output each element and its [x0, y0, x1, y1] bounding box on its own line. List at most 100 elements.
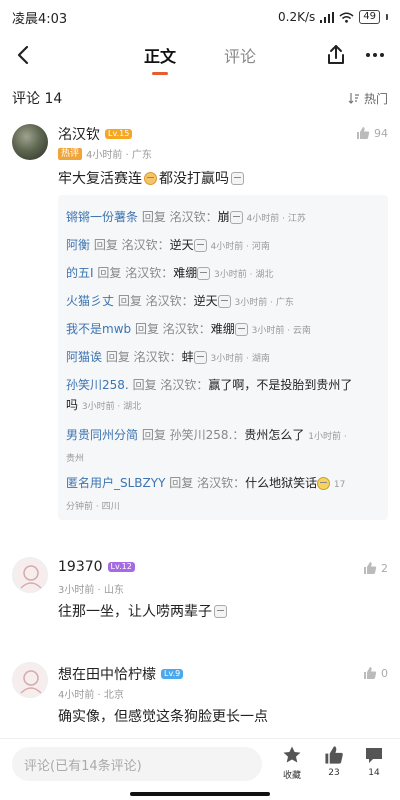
- status-indicators: 0.2K/s 49: [278, 10, 388, 24]
- article-like-count: 23: [328, 768, 340, 778]
- reply-item[interactable]: 阿衡 回复 洺汉钦：逆天 4小时前 · 河南: [66, 235, 380, 257]
- comments-button[interactable]: 14: [356, 745, 392, 778]
- reply-to: 回复 洺汉钦：: [93, 238, 170, 252]
- signal-icon: [320, 11, 335, 23]
- avatar[interactable]: [12, 124, 48, 160]
- reply-to: 回复 洺汉钦：: [132, 378, 209, 392]
- tab-article[interactable]: 正文: [142, 39, 178, 75]
- reply-to: 回复 洺汉钦：: [141, 210, 218, 224]
- reply-text-continued: 吗: [66, 398, 79, 412]
- comments-header: 评论 14 热门: [0, 84, 400, 112]
- comment-time-location: 4小时前 · 广东: [86, 150, 152, 161]
- bottom-bar: 评论(已有14条评论) 收藏 23 14: [0, 738, 400, 800]
- back-button[interactable]: [10, 42, 36, 68]
- level-badge: Lv.12: [107, 562, 135, 572]
- reply-author[interactable]: 的五I: [66, 266, 94, 280]
- reply-item[interactable]: 的五I 回复 洺汉钦：难绷 3小时前 · 湖北: [66, 263, 380, 285]
- comment-icon: [366, 748, 382, 763]
- reply-author[interactable]: 男贵同州分简: [66, 428, 138, 442]
- comment-item: 想在田中恰柠檬 Lv.9 4小时前 · 北京 确实像，但感觉这条狗脸更长一点 0: [0, 660, 400, 735]
- reply-to: 回复 洺汉钦：: [97, 266, 174, 280]
- comment-author[interactable]: 想在田中恰柠檬 Lv.9: [58, 664, 184, 684]
- battery-indicator: 49: [359, 10, 380, 24]
- author-name: 想在田中恰柠檬: [58, 667, 156, 683]
- reply-text: 蚌: [181, 350, 194, 364]
- reply-text: 难绷: [173, 266, 198, 280]
- sort-hot-button[interactable]: 热门: [348, 90, 388, 107]
- comment-time-location: 3小时前 · 山东: [58, 585, 124, 596]
- comment-input[interactable]: 评论(已有14条评论): [12, 747, 262, 781]
- sticker-emoji-icon: [197, 267, 211, 280]
- reply-item[interactable]: 火猫彡丈 回复 洺汉钦：逆天 3小时前 · 广东: [66, 291, 380, 313]
- reply-to: 回复 洺汉钦：: [169, 476, 246, 490]
- more-icon-dot: [366, 53, 370, 57]
- comment-text-part: 确实像，但感觉这条狗脸更长一点: [58, 709, 268, 725]
- sort-label: 热门: [363, 91, 388, 106]
- thumb-up-icon: [357, 127, 370, 139]
- author-name: 19370: [58, 559, 103, 575]
- replies-box: 锵锵一份薯条 回复 洺汉钦：崩 4小时前 · 江苏 阿衡 回复 洺汉钦：逆天 4…: [58, 195, 388, 520]
- author-name: 洺汉钦: [58, 127, 100, 143]
- sticker-emoji-icon: [193, 351, 207, 364]
- reply-text: 赢了啊，不是投胎到贵州了: [208, 378, 353, 392]
- comment-author[interactable]: 19370 Lv.12: [58, 559, 135, 575]
- thumb-up-icon: [325, 746, 343, 764]
- sticker-emoji-icon: [234, 323, 248, 336]
- reply-author[interactable]: 锵锵一份薯条: [66, 210, 138, 224]
- reply-item[interactable]: 我不是mwb 回复 洺汉钦：难绷 3小时前 · 云南: [66, 319, 380, 341]
- reply-text: 贵州怎么了: [244, 428, 305, 442]
- avatar[interactable]: [12, 557, 48, 593]
- status-bar: 凌晨4:03 0.2K/s 49: [0, 0, 400, 34]
- sticker-emoji-icon: [231, 171, 244, 185]
- article-comment-count: 14: [368, 768, 380, 778]
- comment-author[interactable]: 洺汉钦 Lv.15: [58, 124, 133, 144]
- reply-text: 逆天: [193, 294, 218, 308]
- reply-author[interactable]: 阿衡: [66, 238, 90, 252]
- share-button[interactable]: [324, 43, 348, 67]
- reply-author[interactable]: 我不是mwb: [66, 322, 131, 336]
- like-article-button[interactable]: 23: [316, 745, 352, 778]
- level-badge: Lv.9: [161, 669, 184, 679]
- reply-text: 崩: [217, 210, 230, 224]
- sticker-emoji-icon: [214, 604, 227, 618]
- reply-author[interactable]: 孙笑川258.: [66, 378, 129, 392]
- reply-author[interactable]: 火猫彡丈: [66, 294, 114, 308]
- avatar[interactable]: [12, 662, 48, 698]
- reply-item[interactable]: 匿名用户_SLBZYY 回复 洺汉钦：什么地狱笑话 17 分钟前 · 四川: [66, 473, 380, 517]
- nav-bar: 正文 评论: [0, 34, 400, 76]
- comments-count-title: 评论 14: [12, 91, 63, 107]
- reply-item[interactable]: 阿猫诶 回复 洺汉钦：蚌 3小时前 · 湖南: [66, 347, 380, 369]
- like-count: 0: [381, 666, 388, 680]
- reply-item[interactable]: 孙笑川258. 回复 洺汉钦：赢了啊，不是投胎到贵州了 吗 3小时前 · 湖北: [66, 375, 380, 417]
- home-indicator: [130, 792, 270, 796]
- favorite-button[interactable]: 收藏: [274, 745, 310, 781]
- back-icon: [17, 45, 29, 65]
- sticker-emoji-icon: [217, 295, 231, 308]
- tab-comments[interactable]: 评论: [222, 39, 258, 71]
- level-badge: Lv.15: [105, 129, 133, 139]
- reply-author[interactable]: 匿名用户_SLBZYY: [66, 476, 165, 490]
- reply-item[interactable]: 男贵同州分简 回复 孙笑川258.：贵州怎么了 1小时前 · 贵州: [66, 425, 380, 469]
- like-button[interactable]: 94: [356, 126, 388, 140]
- reply-meta: 3小时前 · 云南: [251, 326, 311, 336]
- reply-meta-continued: 分钟前 · 四川: [66, 502, 120, 512]
- like-count: 94: [374, 126, 388, 140]
- reply-item[interactable]: 锵锵一份薯条 回复 洺汉钦：崩 4小时前 · 江苏: [66, 207, 380, 229]
- battery-tip: [386, 14, 388, 20]
- like-button[interactable]: 0: [363, 666, 388, 680]
- reply-to: 回复 洺汉钦：: [105, 350, 182, 364]
- reply-text: 逆天: [169, 238, 194, 252]
- reply-meta: 4小时前 · 江苏: [246, 214, 306, 224]
- reply-meta-continued: 贵州: [66, 454, 85, 464]
- thumb-up-icon: [364, 667, 377, 679]
- more-icon-dot: [380, 53, 384, 57]
- like-button[interactable]: 2: [363, 561, 388, 575]
- comment-time-location: 4小时前 · 北京: [58, 690, 124, 701]
- thumb-up-icon: [364, 562, 377, 574]
- reply-meta: 3小时前 · 湖南: [210, 354, 270, 364]
- reply-meta: 3小时前 · 湖北: [81, 402, 142, 412]
- reply-to: 回复 洺汉钦：: [134, 322, 211, 336]
- more-button[interactable]: [362, 43, 388, 67]
- comment-meta: 3小时前 · 山东: [58, 581, 124, 596]
- reply-author[interactable]: 阿猫诶: [66, 350, 102, 364]
